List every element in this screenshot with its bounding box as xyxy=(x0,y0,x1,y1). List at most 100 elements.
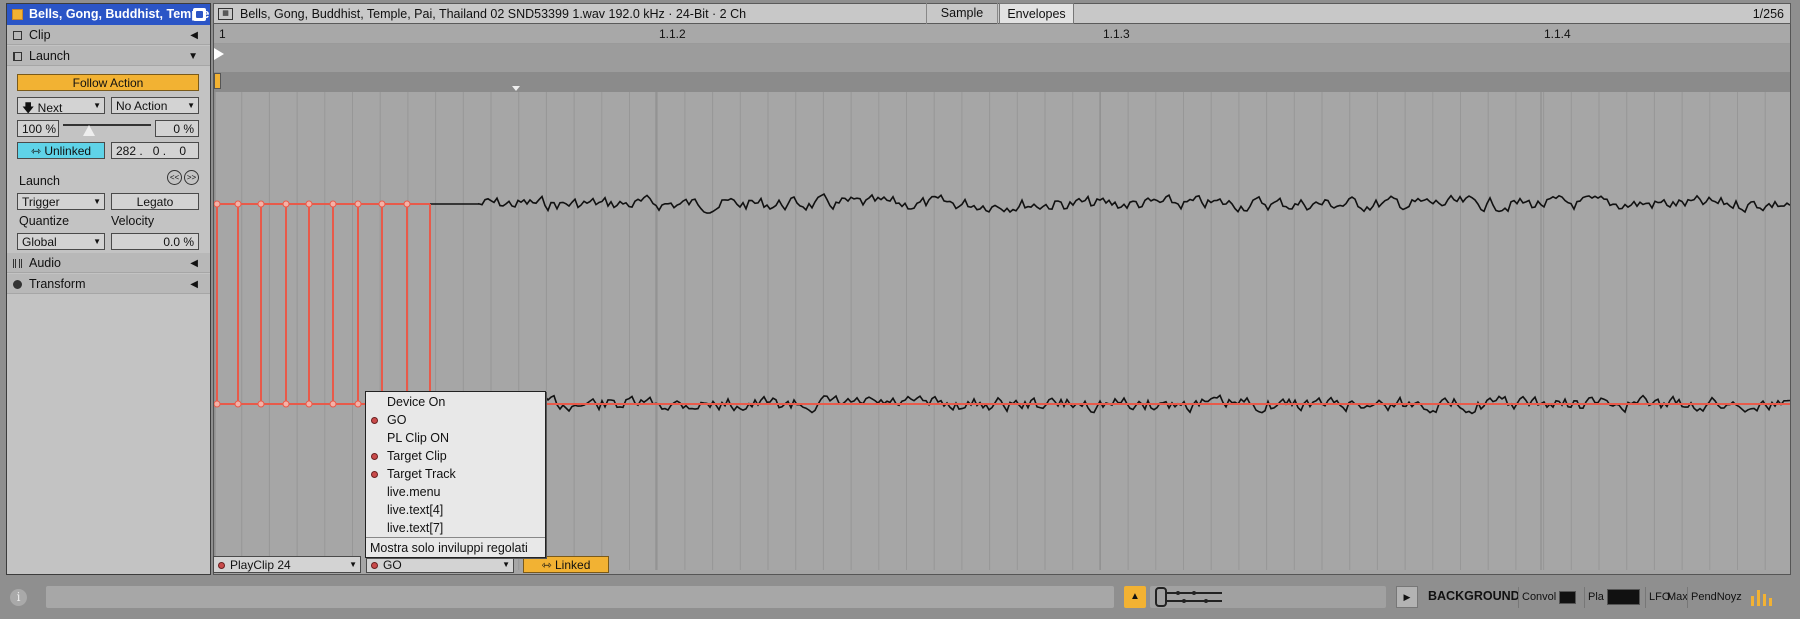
track-name[interactable]: BACKGROUND xyxy=(1428,589,1520,603)
envelope-breakpoint xyxy=(329,200,337,208)
chance-slider-thumb[interactable] xyxy=(83,125,96,136)
legato-button[interactable]: Legato xyxy=(111,193,199,210)
envelope-breakpoint xyxy=(329,400,337,408)
device-convol[interactable]: Convol xyxy=(1518,587,1579,608)
envelope-breakpoint xyxy=(378,200,386,208)
link-icon: ⇿ xyxy=(541,558,555,572)
envelope-breakpoint xyxy=(257,400,265,408)
velocity-field[interactable]: 0.0 % xyxy=(111,233,199,250)
collapse-left-icon[interactable]: ◀ xyxy=(190,258,198,269)
follow-action-a-select[interactable]: 🡇 Next xyxy=(17,97,105,114)
info-icon[interactable]: i xyxy=(10,589,27,606)
envelope-parameter-select[interactable]: GO xyxy=(366,556,514,573)
menu-item[interactable]: live.menu xyxy=(366,484,545,502)
envelope-breakpoint xyxy=(257,200,265,208)
follow-action-time-field[interactable]: 282 . 0 . 0 xyxy=(111,142,199,159)
envelope-breakpoint xyxy=(305,200,313,208)
quantize-label: Quantize xyxy=(19,214,70,228)
time-sixteenths[interactable]: 0 xyxy=(179,144,186,158)
menu-show-modulated-only[interactable]: Mostra solo inviluppi regolati xyxy=(370,541,528,555)
timeline-ruler[interactable]: 1 1.1.2 1.1.3 1.1.4 xyxy=(214,24,1790,44)
envelope-breakpoint xyxy=(354,200,362,208)
tab-sample[interactable]: Sample xyxy=(926,3,998,24)
warning-icon[interactable]: ▲ xyxy=(1124,586,1146,608)
mapped-dot-icon xyxy=(371,471,378,478)
clip-section-icon xyxy=(13,31,22,40)
device-chain-overview[interactable] xyxy=(1150,586,1386,608)
envelope-device-select[interactable]: PlayClip 24 xyxy=(213,556,361,573)
down-arrow-icon: 🡇 xyxy=(22,101,38,114)
ruler-label: 1 xyxy=(219,27,226,41)
chance-slider[interactable] xyxy=(63,122,151,136)
tab-envelopes[interactable]: Envelopes xyxy=(999,3,1074,24)
mapped-dot-icon xyxy=(371,453,378,460)
section-launch[interactable]: Launch ▼ xyxy=(7,46,210,66)
menu-item-label: Target Track xyxy=(387,467,456,481)
play-position-icon[interactable] xyxy=(214,48,224,60)
menu-item-label: Target Clip xyxy=(387,449,447,463)
envelope-breakpoint xyxy=(214,200,221,208)
unlinked-button[interactable]: ⇿ Unlinked xyxy=(17,142,105,159)
quantize-select[interactable]: Global xyxy=(17,233,105,250)
levels-icon[interactable] xyxy=(1750,588,1774,606)
clip-color-swatch[interactable] xyxy=(12,9,23,20)
menu-item[interactable]: Target Clip xyxy=(366,448,545,466)
start-marker[interactable] xyxy=(214,73,221,89)
menu-item[interactable]: Target Track xyxy=(366,466,545,484)
clip-name[interactable]: Bells, Gong, Buddhist, Temple, Pai, Thai… xyxy=(29,7,210,21)
collapse-left-icon[interactable]: ◀ xyxy=(190,30,198,41)
section-audio-label: Audio xyxy=(29,256,61,270)
section-clip[interactable]: Clip ◀ xyxy=(7,25,210,45)
clip-view-panel: Bells, Gong, Buddhist, Temple, Pai, Thai… xyxy=(6,3,211,575)
grid-resolution[interactable]: 1/256 xyxy=(1753,7,1784,21)
menu-item-label: PL Clip ON xyxy=(387,431,450,445)
nudge-back-icon[interactable]: << xyxy=(167,170,182,185)
menu-item[interactable]: Device On xyxy=(366,394,545,412)
envelope-breakpoint xyxy=(234,400,242,408)
envelope-breakpoint xyxy=(234,200,242,208)
section-transform[interactable]: Transform ◀ xyxy=(7,274,210,294)
waveform-icon xyxy=(13,259,22,268)
device-pla[interactable]: Pla xyxy=(1584,587,1643,608)
collapse-left-icon[interactable]: ◀ xyxy=(190,279,198,290)
marker-lane[interactable] xyxy=(214,72,1790,92)
menu-item[interactable]: live.text[4] xyxy=(366,502,545,520)
device-pendnoyz[interactable]: PendNoyz xyxy=(1687,587,1745,608)
section-audio[interactable]: Audio ◀ xyxy=(7,253,210,273)
menu-item-label: Device On xyxy=(387,395,446,409)
follow-action-button[interactable]: Follow Action xyxy=(17,74,199,91)
device-thumbnail xyxy=(1606,589,1640,606)
menu-item[interactable]: live.text[7] xyxy=(366,520,545,538)
time-beats[interactable]: 0 . xyxy=(153,144,166,158)
device-label: Max xyxy=(1667,591,1688,603)
sample-file-info: Bells, Gong, Buddhist, Temple, Pai, Thai… xyxy=(240,7,747,21)
launch-section-icon xyxy=(13,52,22,61)
time-bars[interactable]: 282 . xyxy=(116,144,143,158)
play-icon[interactable]: ▶ xyxy=(1396,586,1418,608)
menu-item[interactable]: GO xyxy=(366,412,545,430)
follow-action-b-select[interactable]: No Action xyxy=(111,97,199,114)
chance-a-field[interactable]: 100 % xyxy=(17,120,59,137)
envelope-breakpoint xyxy=(282,200,290,208)
parameter-menu: Device On GO PL Clip ON Target Clip Target T… xyxy=(365,391,546,558)
record-dot-icon xyxy=(218,562,225,569)
menu-item[interactable]: PL Clip ON xyxy=(366,430,545,448)
nudge-forward-icon[interactable]: >> xyxy=(184,170,199,185)
device-label: PendNoyz xyxy=(1691,591,1742,603)
clip-title-bar[interactable]: Bells, Gong, Buddhist, Temple, Pai, Thai… xyxy=(7,4,210,25)
section-launch-label: Launch xyxy=(29,49,71,63)
linked-button[interactable]: ⇿ Linked xyxy=(523,556,609,573)
ruler-label: 1.1.3 xyxy=(1103,27,1130,41)
linked-label: Linked xyxy=(555,558,591,572)
unlinked-label: Unlinked xyxy=(44,144,92,158)
menu-separator xyxy=(366,537,545,538)
device-label: Pla xyxy=(1588,591,1604,603)
sample-info-bar: ▦ Bells, Gong, Buddhist, Temple, Pai, Th… xyxy=(213,3,1791,24)
transform-icon xyxy=(13,280,22,289)
chance-b-field[interactable]: 0 % xyxy=(155,120,199,137)
collapse-down-icon[interactable]: ▼ xyxy=(188,51,198,62)
file-icon: ▦ xyxy=(218,8,233,20)
loop-end-marker-icon[interactable] xyxy=(512,86,520,91)
save-icon[interactable] xyxy=(193,8,206,21)
launch-mode-select[interactable]: Trigger xyxy=(17,193,105,210)
